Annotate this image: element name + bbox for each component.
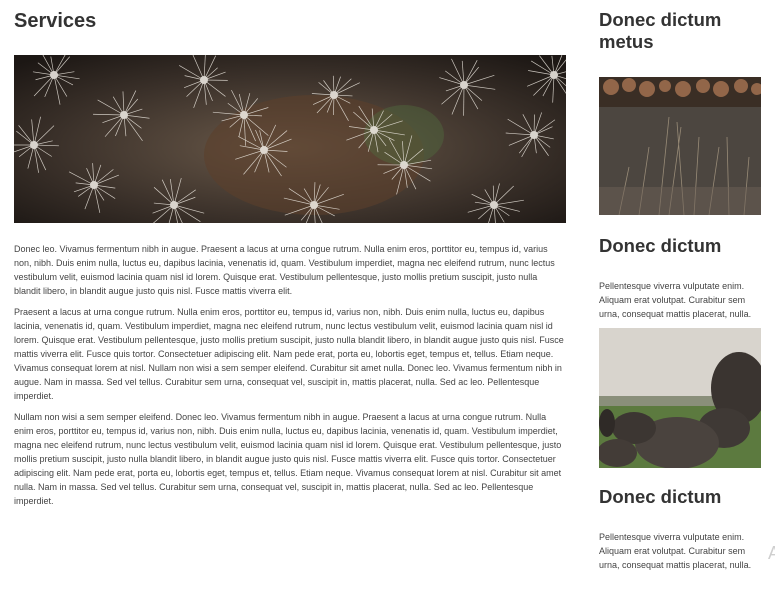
hero-image-dandelion: [14, 55, 566, 223]
edge-glyph: A: [768, 543, 775, 563]
paragraph: Praesent a lacus at urna congue rutrum. …: [14, 307, 564, 401]
sidebar-blurb: Pellentesque viverra vulputate enim. Ali…: [599, 281, 752, 319]
sidebar-image-logs: [599, 77, 761, 215]
paragraph: Donec leo. Vivamus fermentum nibh in aug…: [14, 244, 555, 296]
body-text: Donec leo. Vivamus fermentum nibh in aug…: [14, 242, 566, 515]
sidebar-blurb: Pellentesque viverra vulputate enim. Ali…: [599, 532, 752, 570]
sidebar-heading: Donec dictum: [599, 235, 722, 256]
page-title: Services: [14, 10, 97, 32]
paragraph: Nullam non wisi a sem semper eleifend. D…: [14, 412, 562, 506]
sidebar-heading: Donec dictum metus: [599, 9, 722, 52]
sidebar-image-rocks: [599, 328, 761, 468]
sidebar-heading: Donec dictum: [599, 486, 722, 507]
